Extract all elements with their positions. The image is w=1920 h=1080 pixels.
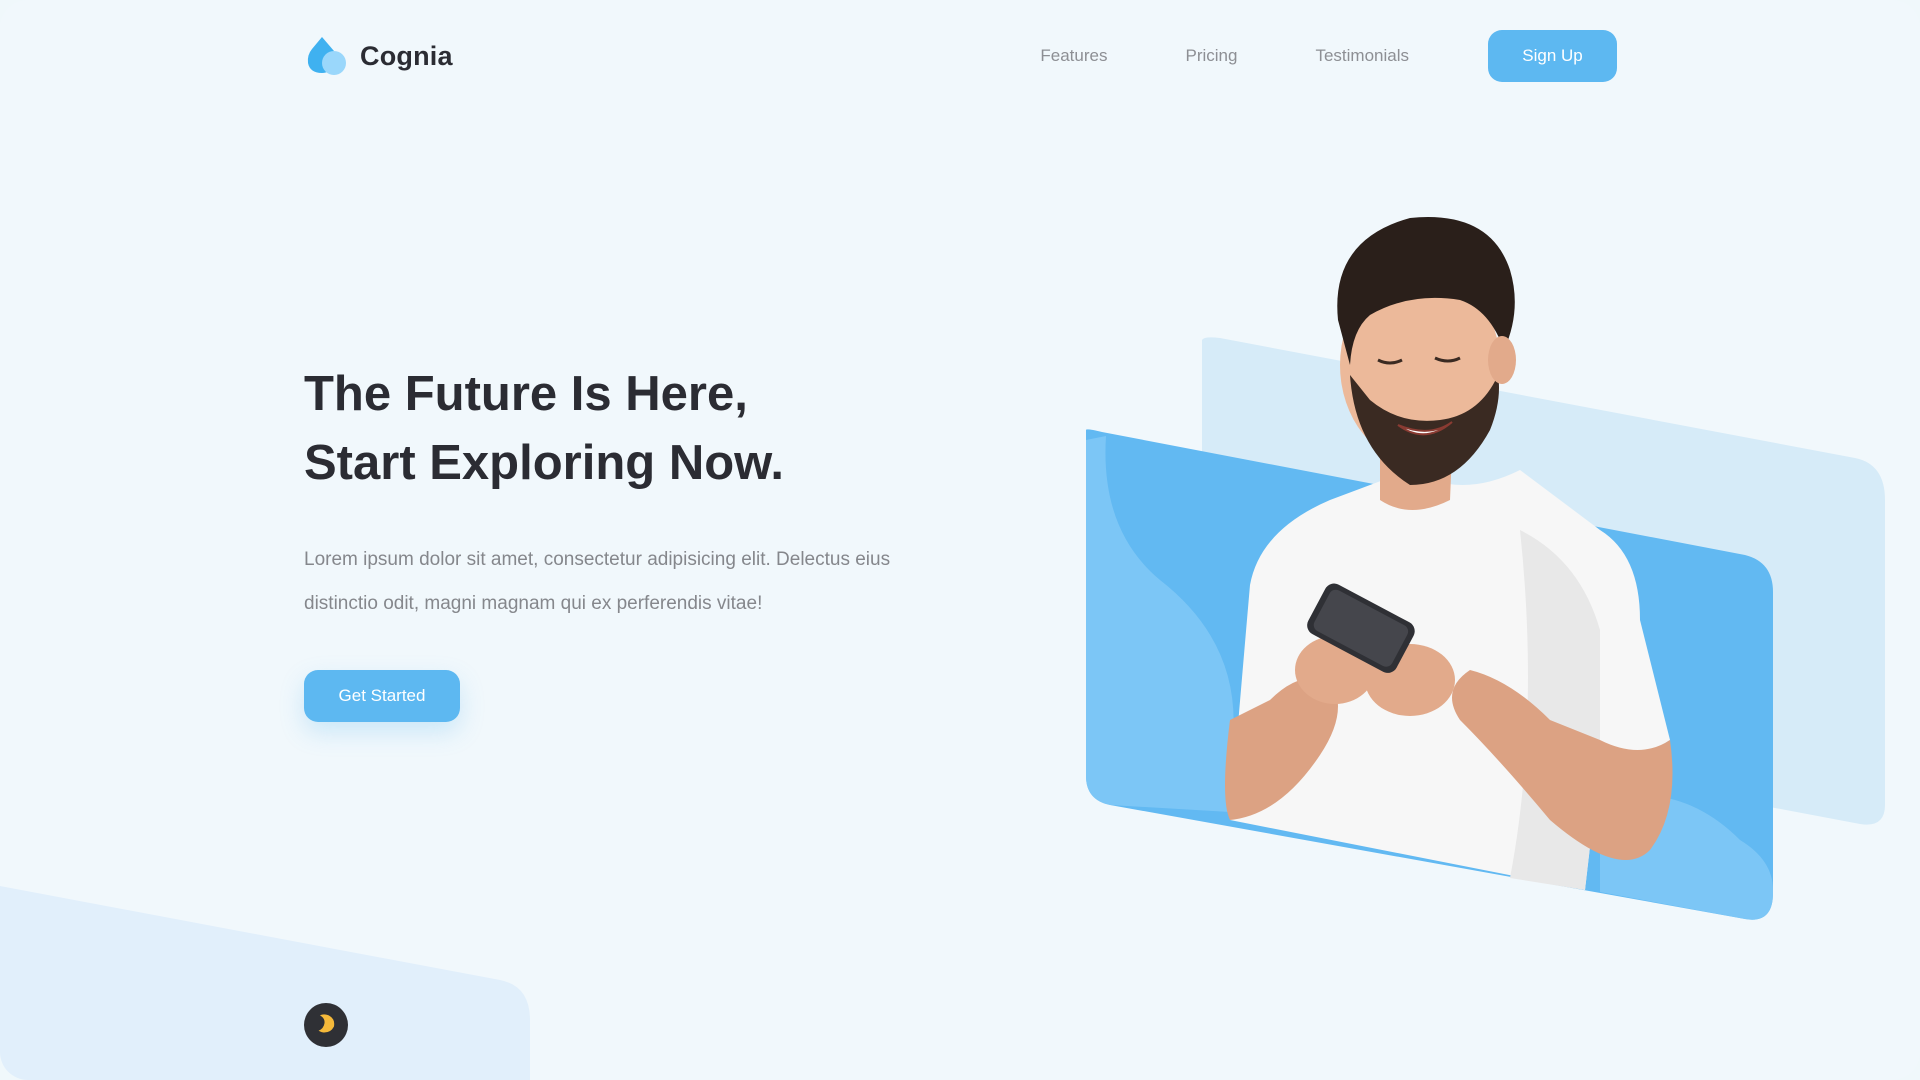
hero-title-line-1: The Future Is Here, [304,367,748,421]
hero-description: Lorem ipsum dolor sit amet, consectetur … [304,549,891,614]
hero-title: The Future Is Here, Start Exploring Now. [304,360,944,498]
brand-logo[interactable]: Cognia [304,35,453,77]
site-header: Cognia Features Pricing Testimonials Sig… [304,30,1617,82]
sign-up-button[interactable]: Sign Up [1488,30,1617,82]
ear-shape [1488,336,1516,384]
corner-decor-shape [0,886,530,1080]
moon-icon [318,1014,335,1033]
hero-illustration [1080,200,1900,940]
nav-testimonials-link[interactable]: Testimonials [1315,46,1409,66]
landing-page: Cognia Features Pricing Testimonials Sig… [0,0,1920,1080]
hero-section: The Future Is Here, Start Exploring Now.… [304,360,944,722]
brand-name: Cognia [360,40,453,71]
hero-title-line-2: Start Exploring Now. [304,436,785,490]
man-with-phone-illustration [1086,217,1885,920]
droplet-logo-icon [304,35,350,77]
nav-pricing-link[interactable]: Pricing [1185,46,1237,66]
nav-features-link[interactable]: Features [1040,46,1107,66]
get-started-button[interactable]: Get Started [304,670,460,722]
theme-toggle-button[interactable] [304,1003,348,1047]
main-nav: Features Pricing Testimonials Sign Up [1040,30,1617,82]
